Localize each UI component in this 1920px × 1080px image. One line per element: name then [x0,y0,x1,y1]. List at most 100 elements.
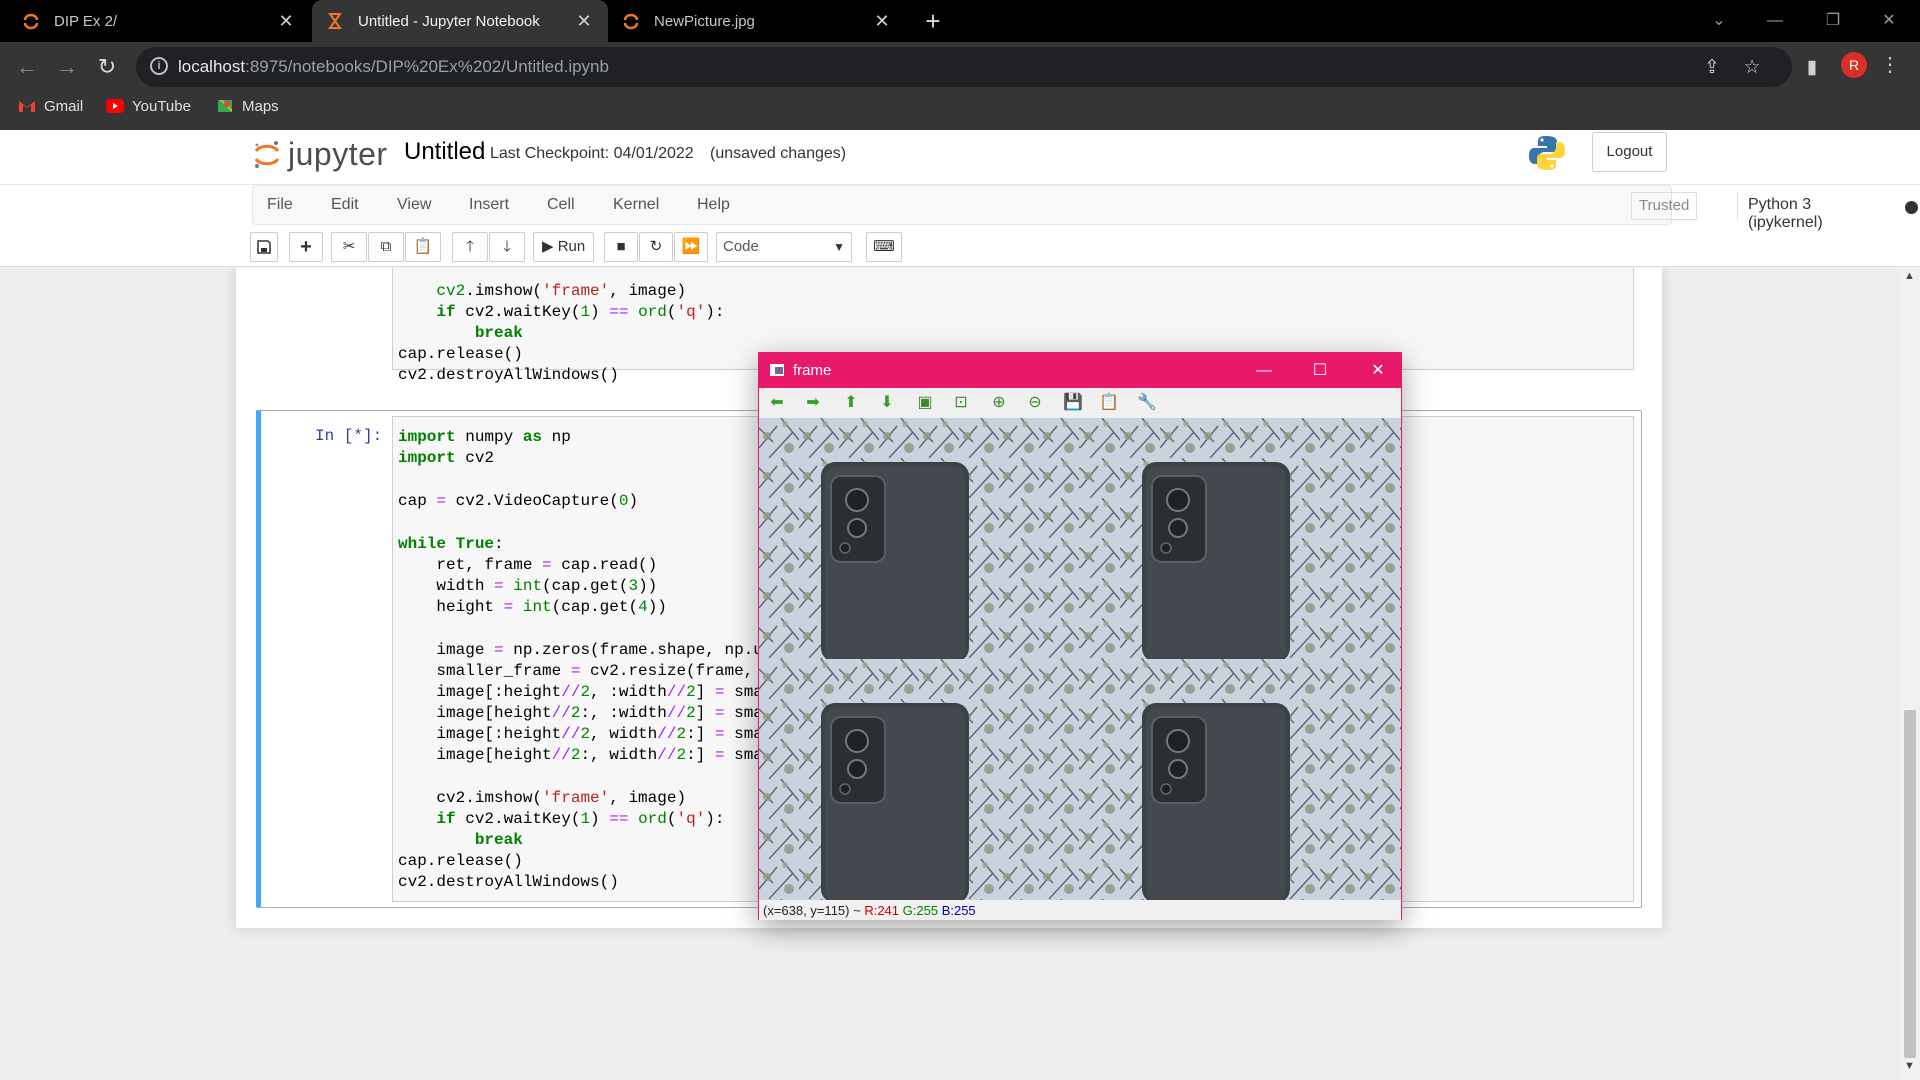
save-image-icon[interactable]: 💾 [1063,394,1083,412]
avatar[interactable]: R [1841,52,1867,78]
url-text[interactable]: localhost:8975/notebooks/DIP%20Ex%202/Un… [178,57,609,77]
interrupt-button[interactable]: ■ [604,232,638,262]
zoom-in-icon[interactable]: ⊕ [989,394,1009,412]
bookmark-label: Gmail [44,97,84,115]
minimize-icon[interactable]: — [1752,0,1798,42]
menu-edit[interactable]: Edit [331,196,359,214]
zoom-reset-icon[interactable]: ▣ [915,394,935,412]
minimize-icon[interactable]: — [1241,353,1287,388]
code-line: height = int(cap.get(4)) [398,598,667,616]
share-icon[interactable]: ⇪ [1700,56,1724,80]
quadrant-bottom-left [759,658,1081,900]
menu-view[interactable]: View [397,196,431,214]
pixel-green-value: G:255 [902,903,939,918]
trusted-indicator[interactable]: Trusted [1631,192,1698,220]
insert-cell-button[interactable]: + [289,232,323,262]
cell-type-select[interactable]: Code ▼ [716,232,852,262]
pan-left-icon[interactable]: ⬅ [767,394,787,412]
jupyter-header: jupyter Untitled Last Checkpoint: 04/01/… [0,130,1920,185]
copy-button[interactable]: ⧉ [368,232,404,262]
code-line: import cv2 [398,449,495,467]
properties-icon[interactable]: 🔧 [1137,394,1157,412]
close-icon[interactable]: ✕ [872,11,892,31]
page-scrollbar[interactable]: ▲ ▼ [1900,268,1920,1080]
save-button[interactable] [250,232,278,262]
menu-file[interactable]: File [267,196,293,214]
command-palette-button[interactable]: ⌨ [866,232,902,262]
menu-insert[interactable]: Insert [469,196,509,214]
code-line: image[:height//2, :width//2] = sma [398,683,763,701]
keyboard-icon: ⌨ [873,238,895,255]
restart-run-all-button[interactable]: ⏩ [674,232,708,262]
side-panel-icon[interactable]: ▮ [1800,56,1824,80]
code-line: if cv2.waitKey(1) == ord('q'): [436,303,725,321]
code-line: break [474,831,523,849]
forward-icon[interactable]: → [52,52,82,82]
bookmark-gmail[interactable]: Gmail [18,92,83,120]
close-icon[interactable]: ✕ [276,11,296,31]
zoom-fit-icon[interactable]: ⊡ [951,394,971,412]
scroll-down-icon[interactable]: ▼ [1904,1060,1915,1072]
quadrant-top-left [759,418,1081,663]
tab-untitled-notebook[interactable]: Untitled - Jupyter Notebook ✕ [312,0,608,42]
kernel-name: Python 3 (ipykernel) [1748,196,1823,231]
camera-frame-image[interactable] [759,418,1401,900]
play-icon: ▶ [542,238,554,255]
code-line: image[height//2:, :width//2] = sma [398,704,763,722]
close-icon[interactable]: ✕ [1355,353,1401,388]
arrow-down-icon: 🡓 [503,238,511,255]
back-icon[interactable]: ← [12,52,42,82]
cut-button[interactable]: ✂ [331,232,367,262]
python-logo-icon [1529,136,1565,170]
bookmark-star-icon[interactable]: ☆ [1740,56,1764,80]
window-titlebar[interactable]: frame — ☐ ✕ [759,353,1401,388]
url-host: localhost [178,57,246,76]
url-path: :8975/notebooks/DIP%20Ex%202/Untitled.ip… [245,57,609,76]
bookmark-maps[interactable]: Maps [216,92,279,120]
code-line: image = np.zeros(frame.shape, np.u [398,641,763,659]
new-tab-icon[interactable]: + [918,6,948,36]
logout-button[interactable]: Logout [1592,132,1667,172]
paste-button[interactable]: 📋 [405,232,441,262]
site-info-icon[interactable]: i [150,57,168,75]
notebook-title[interactable]: Untitled [404,138,485,166]
jupyter-logo[interactable]: jupyter [252,134,388,174]
camera-feed-grid [759,418,1401,900]
reload-icon[interactable]: ↻ [92,52,122,82]
bookmark-youtube[interactable]: YouTube [106,92,191,120]
scrollbar-thumb[interactable] [1904,710,1916,1058]
stop-icon: ■ [616,238,626,255]
bookmark-label: Maps [242,97,279,115]
maximize-icon[interactable]: ☐ [1297,353,1343,388]
move-up-button[interactable]: 🡑 [452,232,488,262]
address-bar[interactable]: i localhost:8975/notebooks/DIP%20Ex%202/… [136,47,1792,87]
copy-image-icon[interactable]: 📋 [1099,394,1119,412]
menubar: File Edit View Insert Cell Kernel Help T… [252,185,1918,231]
restart-button[interactable]: ↻ [639,232,673,262]
arrow-up-icon: 🡑 [466,238,474,255]
menu-kernel[interactable]: Kernel [613,196,659,214]
copy-icon: ⧉ [380,238,392,255]
tab-search-chevron-icon[interactable]: ⌄ [1696,0,1742,42]
tab-newpicture[interactable]: NewPicture.jpg ✕ [612,0,906,42]
close-icon[interactable]: ✕ [574,11,594,31]
menu-cell[interactable]: Cell [547,196,575,214]
jupyter-favicon-icon [23,13,39,30]
chevron-down-icon: ▼ [833,240,845,254]
restore-icon[interactable]: ❐ [1810,0,1856,42]
menu-help[interactable]: Help [697,196,730,214]
zoom-out-icon[interactable]: ⊖ [1025,394,1045,412]
pan-down-icon[interactable]: ⬇ [877,394,897,412]
paste-icon: 📋 [413,238,433,255]
scroll-up-icon[interactable]: ▲ [1904,270,1915,282]
window-close-icon[interactable]: ✕ [1866,0,1912,42]
pan-up-icon[interactable]: ⬆ [841,394,861,412]
tab-dip-ex2[interactable]: DIP Ex 2/ ✕ [0,0,310,42]
opencv-frame-window[interactable]: frame — ☐ ✕ ⬅ ➡ ⬆ ⬇ ▣ ⊡ ⊕ ⊖ 💾 📋 🔧 (x=638… [758,352,1402,920]
pan-right-icon[interactable]: ➡ [803,394,823,412]
move-down-button[interactable]: 🡓 [489,232,525,262]
maps-icon [218,100,232,112]
run-button[interactable]: ▶ Run [533,232,595,262]
more-menu-icon[interactable]: ⋮ [1880,52,1900,78]
bookmark-label: YouTube [132,97,191,115]
